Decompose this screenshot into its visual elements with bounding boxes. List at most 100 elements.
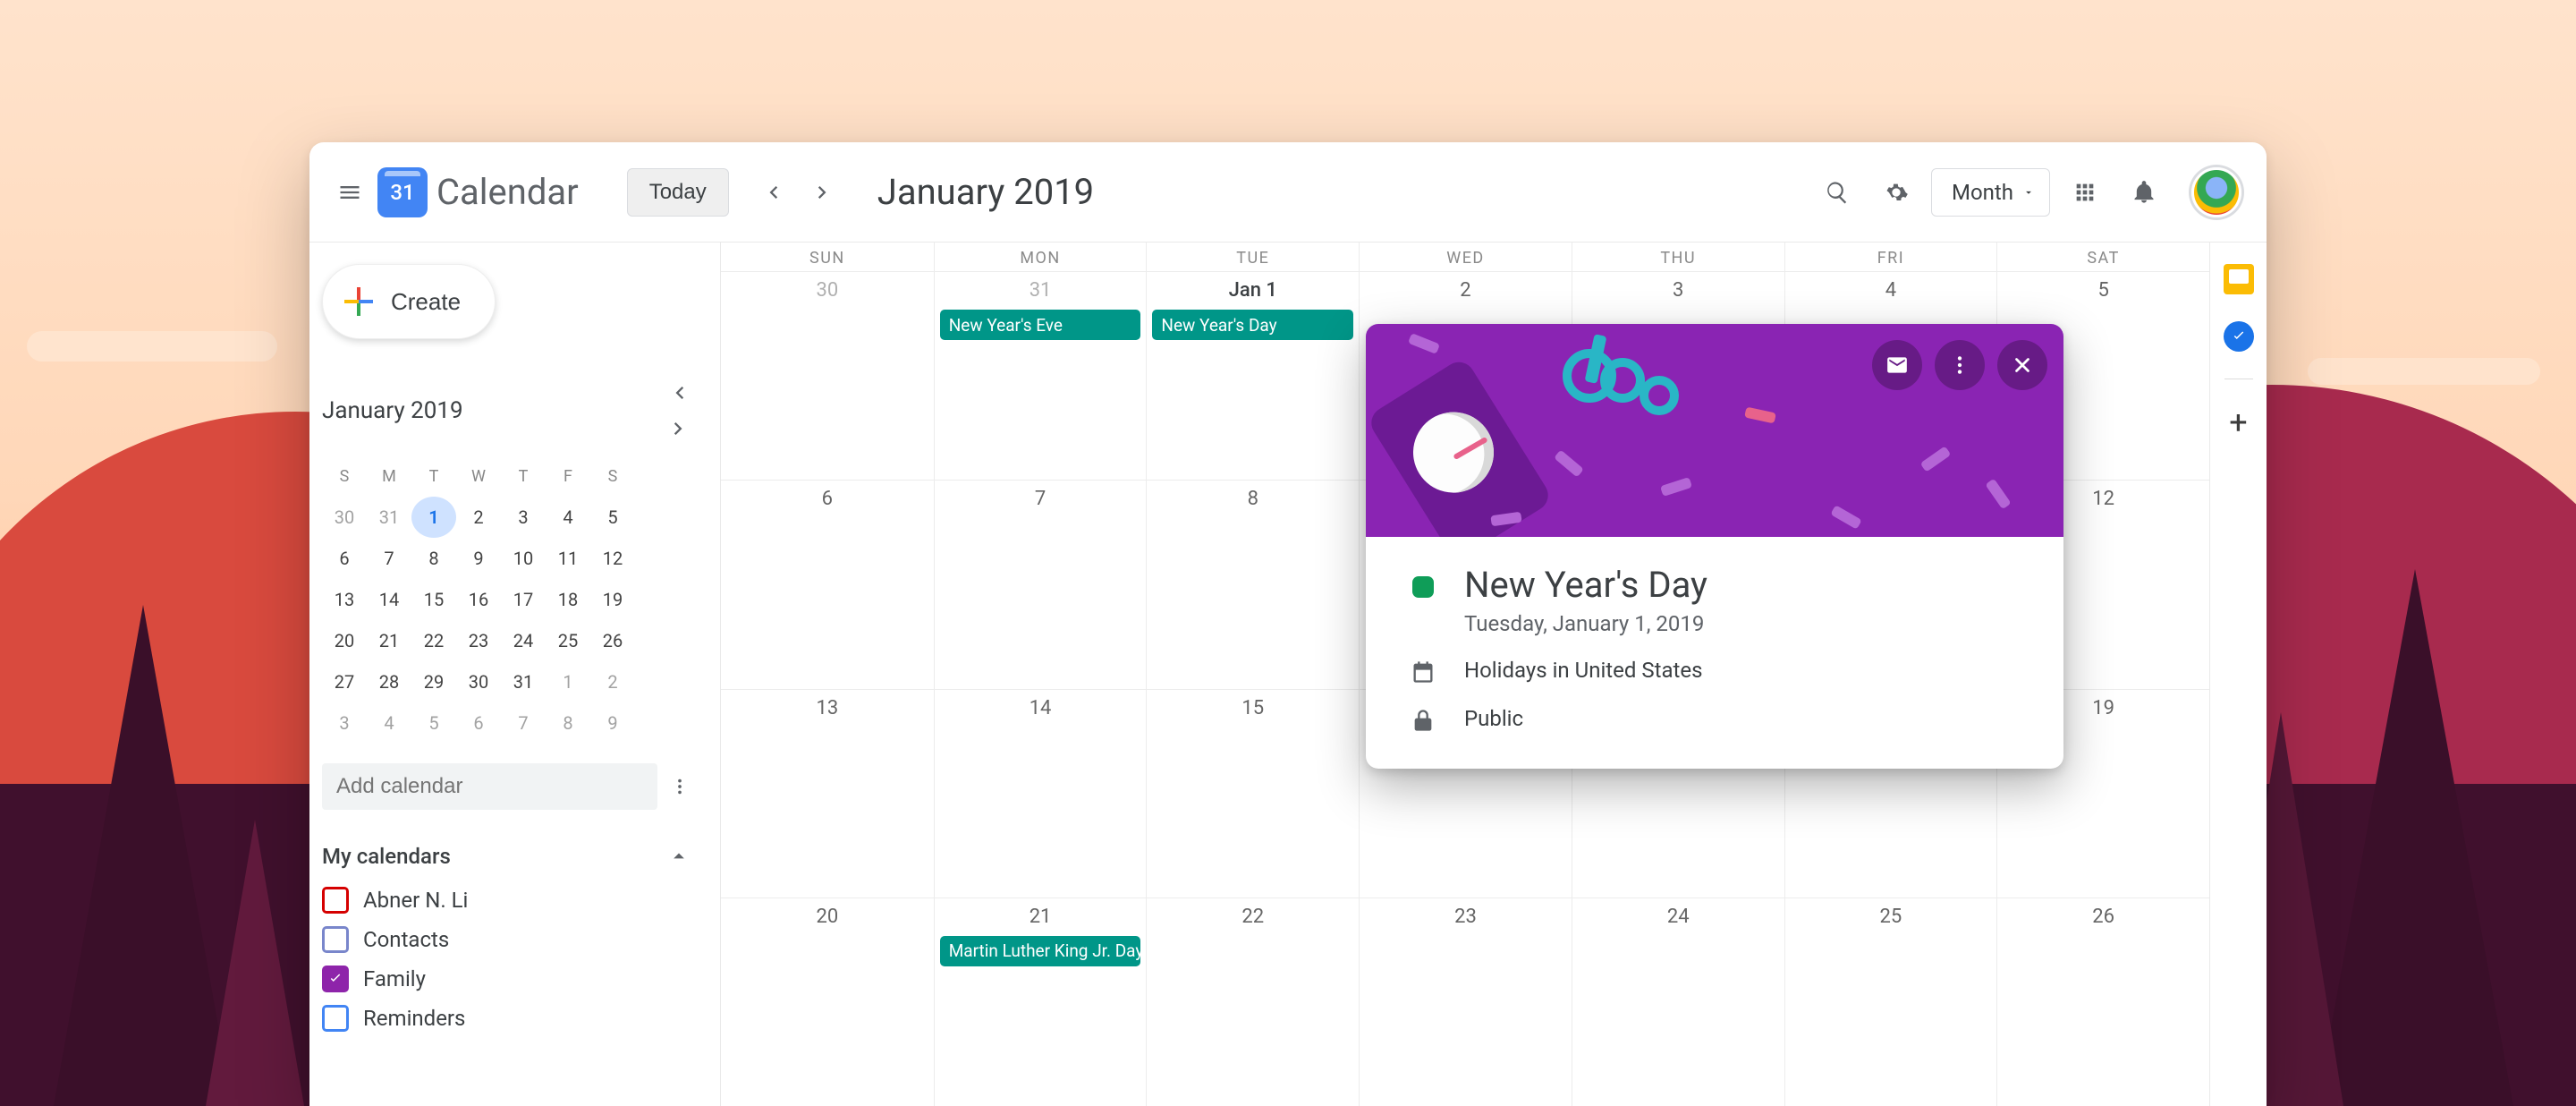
day-cell[interactable]: 22 bbox=[1146, 898, 1359, 1106]
mini-day-cell[interactable]: 18 bbox=[546, 579, 590, 620]
calendar-checkbox[interactable] bbox=[322, 1005, 349, 1032]
mini-day-cell[interactable]: 16 bbox=[456, 579, 501, 620]
mini-day-cell[interactable]: 5 bbox=[411, 702, 456, 744]
get-addons-button[interactable]: + bbox=[2229, 406, 2247, 438]
day-number: 15 bbox=[1147, 697, 1359, 719]
mini-day-cell[interactable]: 7 bbox=[501, 702, 546, 744]
day-cell[interactable]: 15 bbox=[1146, 689, 1359, 898]
chevron-up-icon bbox=[666, 844, 691, 869]
prev-period-button[interactable] bbox=[749, 168, 797, 217]
calendar-list-item[interactable]: Family bbox=[322, 966, 697, 992]
mini-day-cell[interactable]: 24 bbox=[501, 620, 546, 661]
mini-day-cell[interactable]: 30 bbox=[322, 497, 367, 538]
day-cell[interactable]: 25 bbox=[1784, 898, 1997, 1106]
day-cell[interactable]: 21Martin Luther King Jr. Day bbox=[934, 898, 1147, 1106]
calendar-checkbox[interactable] bbox=[322, 926, 349, 953]
day-cell[interactable]: 6 bbox=[721, 480, 934, 688]
mini-day-cell[interactable]: 29 bbox=[411, 661, 456, 702]
day-number: 13 bbox=[721, 697, 934, 719]
mini-day-cell[interactable]: 3 bbox=[322, 702, 367, 744]
my-calendars-header[interactable]: My calendars bbox=[322, 838, 697, 874]
mini-prev-button[interactable] bbox=[661, 375, 697, 411]
mini-day-cell[interactable]: 30 bbox=[456, 661, 501, 702]
notifications-button[interactable] bbox=[2120, 168, 2168, 217]
mini-day-cell[interactable]: 2 bbox=[590, 661, 635, 702]
mini-day-cell[interactable]: 19 bbox=[590, 579, 635, 620]
day-cell[interactable]: 26 bbox=[1996, 898, 2209, 1106]
mini-day-cell[interactable]: 22 bbox=[411, 620, 456, 661]
email-guests-button[interactable] bbox=[1872, 340, 1922, 390]
day-number: 25 bbox=[1785, 906, 1997, 928]
day-cell[interactable]: 14 bbox=[934, 689, 1147, 898]
close-popover-button[interactable] bbox=[1997, 340, 2047, 390]
mini-day-cell[interactable]: 5 bbox=[590, 497, 635, 538]
mini-day-cell[interactable]: 6 bbox=[456, 702, 501, 744]
day-cell[interactable]: 7 bbox=[934, 480, 1147, 688]
mini-day-cell[interactable]: 17 bbox=[501, 579, 546, 620]
calendar-app-window: 31 Calendar Today January 2019 Month bbox=[309, 142, 2267, 1106]
day-cell[interactable]: 24 bbox=[1572, 898, 1784, 1106]
mini-day-cell[interactable]: 27 bbox=[322, 661, 367, 702]
view-select[interactable]: Month bbox=[1931, 168, 2050, 217]
mini-day-cell[interactable]: 28 bbox=[367, 661, 411, 702]
day-cell[interactable]: 23 bbox=[1359, 898, 1572, 1106]
event-visibility: Public bbox=[1464, 702, 1523, 731]
event-options-button[interactable] bbox=[1935, 340, 1985, 390]
mini-day-cell[interactable]: 14 bbox=[367, 579, 411, 620]
apps-button[interactable] bbox=[2061, 168, 2109, 217]
mini-day-cell[interactable]: 13 bbox=[322, 579, 367, 620]
mini-day-cell[interactable]: 3 bbox=[501, 497, 546, 538]
next-period-button[interactable] bbox=[799, 168, 847, 217]
mini-day-cell[interactable]: 26 bbox=[590, 620, 635, 661]
app-header: 31 Calendar Today January 2019 Month bbox=[309, 142, 2267, 242]
mini-day-cell[interactable]: 31 bbox=[501, 661, 546, 702]
day-number: 6 bbox=[721, 488, 934, 510]
today-button[interactable]: Today bbox=[627, 168, 729, 217]
mini-day-cell[interactable]: 11 bbox=[546, 538, 590, 579]
mini-day-cell[interactable]: 31 bbox=[367, 497, 411, 538]
calendar-list-item[interactable]: Contacts bbox=[322, 926, 697, 953]
mini-next-button[interactable] bbox=[661, 411, 697, 447]
settings-button[interactable] bbox=[1872, 168, 1920, 217]
calendar-checkbox[interactable] bbox=[322, 887, 349, 914]
account-avatar[interactable] bbox=[2191, 167, 2241, 217]
day-cell[interactable]: 31New Year's Eve bbox=[934, 271, 1147, 480]
mini-day-cell[interactable]: 9 bbox=[456, 538, 501, 579]
mini-day-cell[interactable]: 23 bbox=[456, 620, 501, 661]
mini-day-cell[interactable]: 21 bbox=[367, 620, 411, 661]
mini-day-cell[interactable]: 1 bbox=[411, 497, 456, 538]
mini-day-cell[interactable]: 6 bbox=[322, 538, 367, 579]
event-chip[interactable]: Martin Luther King Jr. Day bbox=[940, 936, 1141, 966]
day-cell[interactable]: 20 bbox=[721, 898, 934, 1106]
mini-day-cell[interactable]: 1 bbox=[546, 661, 590, 702]
mini-day-cell[interactable]: 4 bbox=[546, 497, 590, 538]
event-chip[interactable]: New Year's Day bbox=[1152, 310, 1353, 340]
mini-day-cell[interactable]: 2 bbox=[456, 497, 501, 538]
main-menu-button[interactable] bbox=[326, 168, 374, 217]
mini-day-cell[interactable]: 8 bbox=[411, 538, 456, 579]
create-event-button[interactable]: Create bbox=[322, 264, 496, 339]
mini-day-cell[interactable]: 9 bbox=[590, 702, 635, 744]
mini-day-cell[interactable]: 7 bbox=[367, 538, 411, 579]
add-calendar-input[interactable] bbox=[322, 763, 657, 810]
day-cell[interactable]: 8 bbox=[1146, 480, 1359, 688]
mini-calendar: SMTWTFS303112345678910111213141516171819… bbox=[322, 455, 697, 744]
calendar-checkbox[interactable] bbox=[322, 966, 349, 992]
day-cell[interactable]: 13 bbox=[721, 689, 934, 898]
tasks-addon-button[interactable] bbox=[2224, 321, 2254, 352]
mini-day-cell[interactable]: 12 bbox=[590, 538, 635, 579]
mini-day-cell[interactable]: 10 bbox=[501, 538, 546, 579]
mini-day-cell[interactable]: 15 bbox=[411, 579, 456, 620]
mini-day-cell[interactable]: 8 bbox=[546, 702, 590, 744]
calendar-list-item[interactable]: Abner N. Li bbox=[322, 887, 697, 914]
event-chip[interactable]: New Year's Eve bbox=[940, 310, 1141, 340]
day-cell[interactable]: Jan 1New Year's Day bbox=[1146, 271, 1359, 480]
mini-day-cell[interactable]: 20 bbox=[322, 620, 367, 661]
mini-day-cell[interactable]: 4 bbox=[367, 702, 411, 744]
day-cell[interactable]: 30 bbox=[721, 271, 934, 480]
mini-day-cell[interactable]: 25 bbox=[546, 620, 590, 661]
calendar-list-item[interactable]: Reminders bbox=[322, 1005, 697, 1032]
keep-addon-button[interactable] bbox=[2224, 264, 2254, 294]
add-calendar-menu-button[interactable] bbox=[663, 770, 697, 804]
search-button[interactable] bbox=[1813, 168, 1861, 217]
